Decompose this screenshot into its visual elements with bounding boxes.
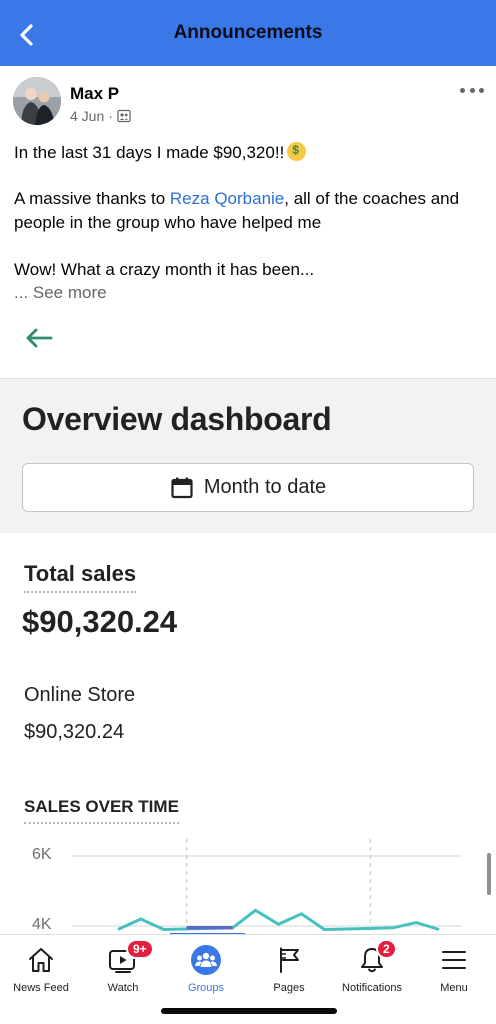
date-range-button: Month to date bbox=[22, 463, 474, 512]
post-date[interactable]: 4 Jun bbox=[70, 108, 104, 124]
online-store-label: Online Store bbox=[24, 684, 136, 706]
author-name[interactable]: Max P bbox=[70, 84, 119, 104]
watch-badge: 9+ bbox=[126, 939, 154, 959]
avatar[interactable] bbox=[13, 77, 61, 125]
groups-icon bbox=[191, 945, 221, 975]
see-more-link[interactable]: ... See more bbox=[14, 283, 107, 303]
sales-chart bbox=[72, 839, 462, 934]
page-title: Announcements bbox=[173, 22, 323, 43]
hamburger-menu-icon bbox=[442, 951, 466, 969]
total-sales-label: Total sales bbox=[24, 561, 137, 593]
total-sales-value: $90,320.24 bbox=[22, 604, 178, 639]
dashboard-title: Overview dashboard bbox=[22, 401, 332, 437]
post-image[interactable]: Overview dashboard Month to date Total s… bbox=[0, 378, 496, 934]
tab-notifications[interactable]: 2 Notifications bbox=[331, 939, 413, 997]
post-text-line-1: In the last 31 days I made $90,320!! bbox=[14, 142, 307, 163]
post-text-line-4: Wow! What a crazy month it has been... bbox=[14, 260, 315, 279]
meta-separator: · bbox=[108, 108, 113, 124]
tab-groups[interactable]: Groups bbox=[165, 943, 247, 997]
online-store-value: $90,320.24 bbox=[24, 721, 125, 743]
sales-over-time-label: SALES OVER TIME bbox=[24, 797, 179, 824]
group-icon bbox=[117, 109, 131, 123]
notifications-badge: 2 bbox=[376, 939, 397, 959]
home-indicator bbox=[161, 1008, 337, 1014]
tab-news-feed[interactable]: News Feed bbox=[0, 943, 82, 997]
app-header: Announcements bbox=[0, 0, 496, 66]
tab-watch[interactable]: 9+ Watch bbox=[82, 939, 164, 997]
post-text-line-3: people in the group who have helped me bbox=[14, 213, 322, 232]
post-meta: 4 Jun · bbox=[70, 108, 131, 124]
mention-link[interactable]: Reza Qorbanie bbox=[170, 189, 284, 208]
scrollbar[interactable] bbox=[487, 853, 491, 895]
tab-pages[interactable]: Pages bbox=[248, 943, 330, 997]
home-icon bbox=[29, 948, 53, 972]
money-mouth-face-emoji bbox=[287, 142, 307, 161]
date-range-label: Month to date bbox=[203, 476, 327, 498]
more-options-button[interactable] bbox=[460, 82, 484, 98]
arrow-left-icon[interactable] bbox=[24, 327, 54, 354]
post-text-line-2: A massive thanks to Reza Qorbanie, all o… bbox=[14, 189, 460, 208]
calendar-icon bbox=[171, 477, 193, 498]
more-dots-icon bbox=[460, 87, 465, 93]
avatar-photo bbox=[13, 77, 61, 125]
flag-icon bbox=[280, 947, 299, 973]
tab-menu[interactable]: Menu bbox=[413, 943, 495, 997]
